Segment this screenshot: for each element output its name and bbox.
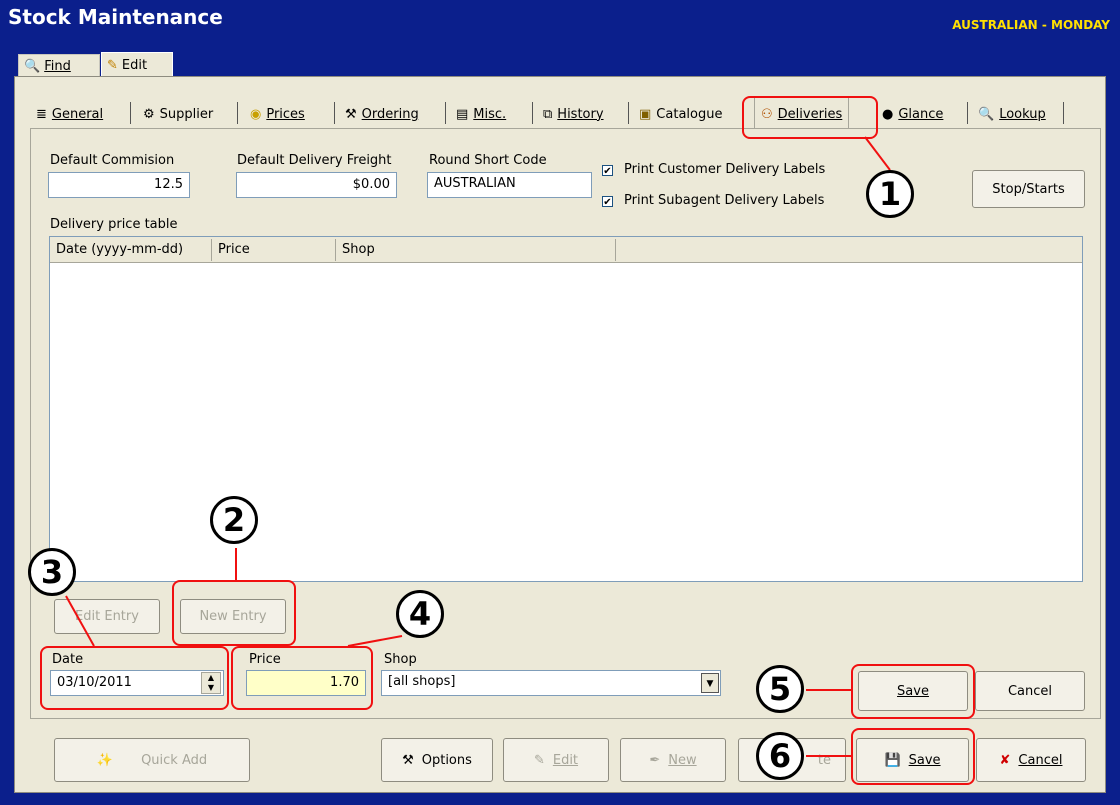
callout-3: 3: [28, 548, 76, 596]
callout-1: 1: [866, 170, 914, 218]
callout-2: 2: [210, 496, 258, 544]
callout-6: 6: [756, 732, 804, 780]
callout-4: 4: [396, 590, 444, 638]
callout-5: 5: [756, 665, 804, 713]
callout-lines: [65, 136, 891, 757]
